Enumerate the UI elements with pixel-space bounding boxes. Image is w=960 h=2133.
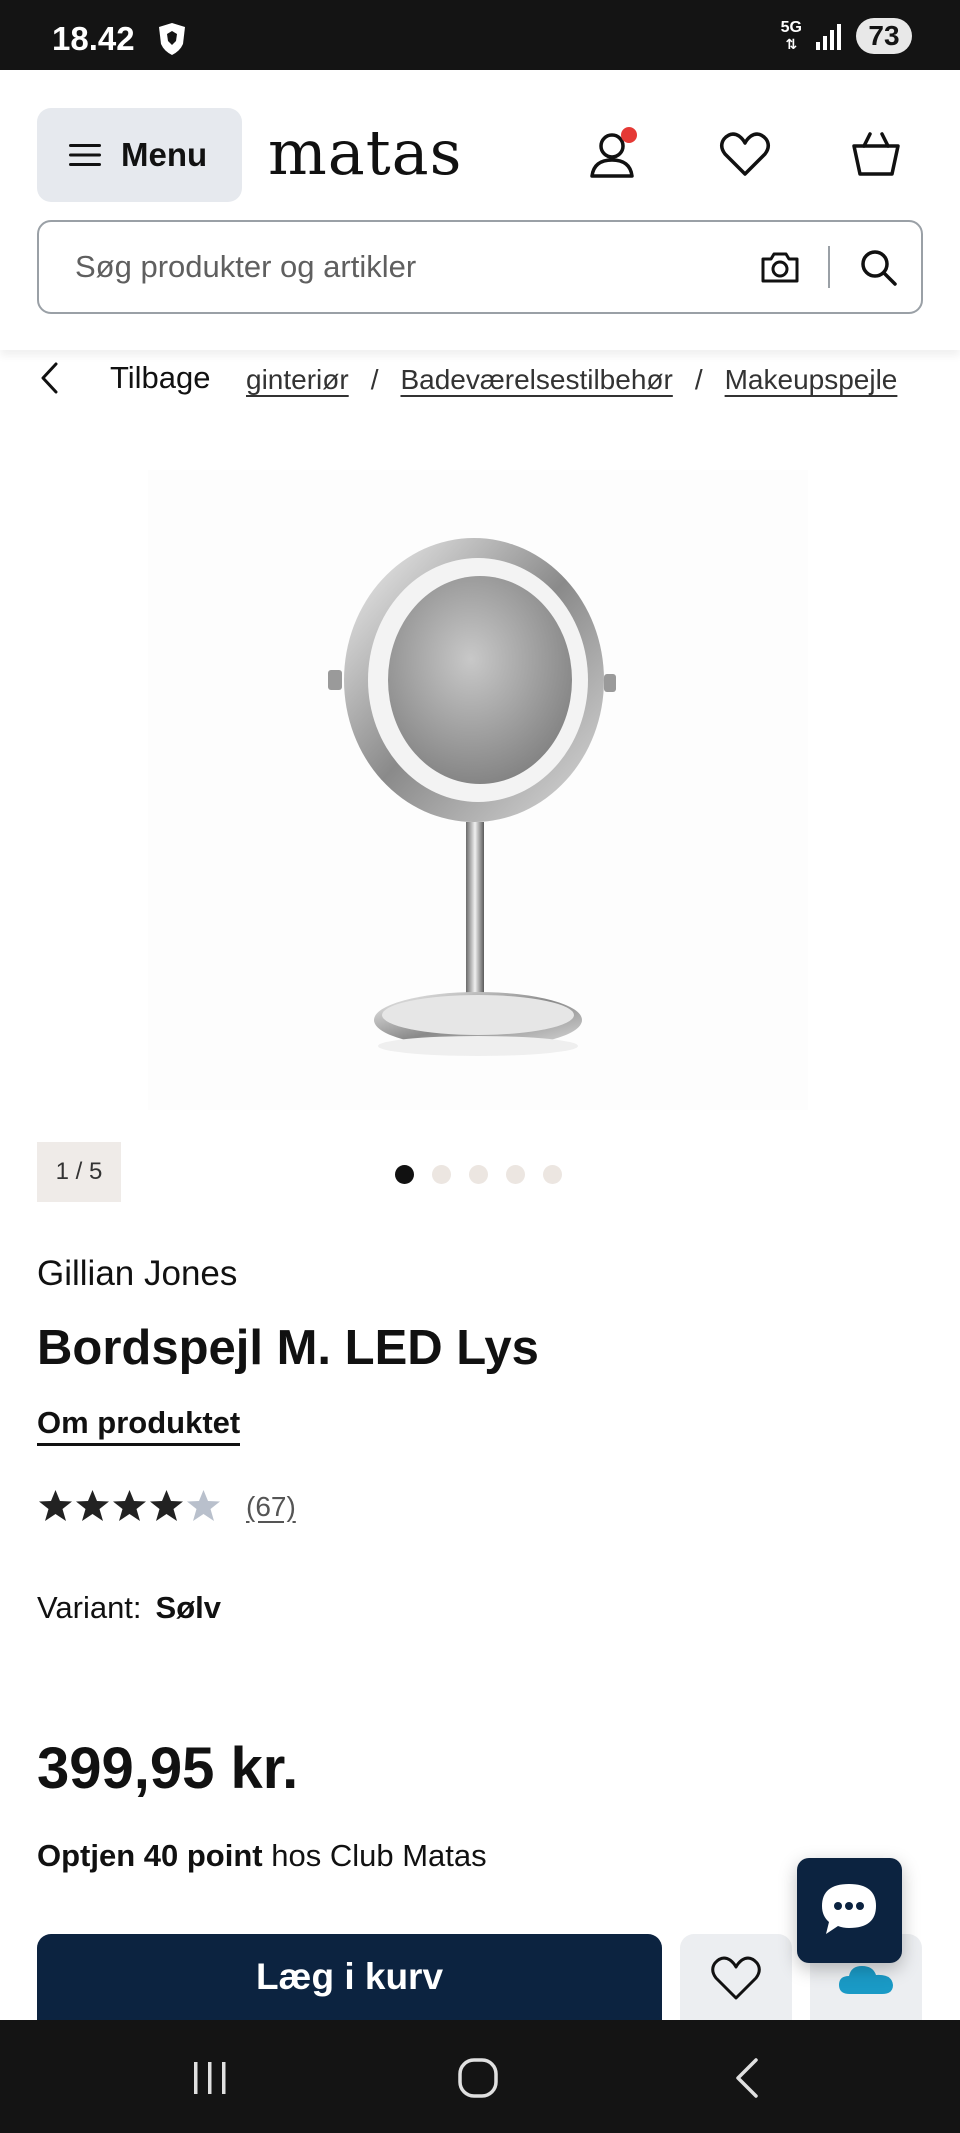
status-time: 18.42 (52, 20, 135, 57)
breadcrumb-separator: / (694, 364, 703, 395)
status-indicators: 5G ⇅ 73 (781, 18, 912, 54)
points-text: hos Club Matas (262, 1838, 487, 1873)
back-nav-icon[interactable] (724, 2056, 772, 2100)
product-brand[interactable]: Gillian Jones (37, 1254, 237, 1294)
gallery-dot[interactable] (395, 1165, 414, 1184)
recent-apps-icon[interactable] (186, 2056, 234, 2100)
system-nav-bar (0, 2020, 960, 2133)
search-icon[interactable] (857, 246, 899, 288)
gallery-dot[interactable] (506, 1165, 525, 1184)
network-type: 5G (780, 19, 802, 36)
product-image[interactable] (148, 470, 808, 1110)
network-indicator: 5G ⇅ (780, 19, 802, 53)
menu-button[interactable]: Menu (37, 108, 242, 202)
star-filled-icon (150, 1490, 183, 1521)
breadcrumb-item[interactable]: Badeværelsestilbehør (400, 364, 672, 396)
gallery-dot[interactable] (543, 1165, 562, 1184)
variant-label: Variant: (37, 1590, 142, 1625)
chat-bubble-icon (822, 1884, 876, 1934)
chevron-left-icon (41, 362, 58, 394)
basket-icon[interactable] (848, 126, 904, 182)
home-icon[interactable] (454, 2056, 502, 2100)
star-rating (37, 1488, 222, 1525)
gallery-dots[interactable] (395, 1165, 562, 1184)
breadcrumb-item[interactable]: ginteriør (246, 364, 349, 396)
battery-indicator: 73 (856, 18, 912, 54)
search-input[interactable] (75, 222, 735, 312)
wishlist-heart-icon[interactable] (717, 126, 773, 182)
camera-search-icon[interactable] (759, 246, 801, 288)
breadcrumb-trail: ginteriør / Badeværelsestilbehør / Makeu… (246, 364, 897, 396)
add-to-cart-button[interactable]: Læg i kurv (37, 1934, 662, 2020)
back-label: Tilbage (110, 360, 211, 395)
product-title: Bordspejl M. LED Lys (37, 1321, 539, 1375)
account-icon[interactable] (586, 126, 642, 182)
search-divider (828, 246, 830, 288)
image-counter: 1 / 5 (37, 1142, 121, 1202)
gallery-dot[interactable] (469, 1165, 488, 1184)
back-button[interactable]: Tilbage (38, 360, 211, 396)
site-header: Menu matas (0, 70, 960, 350)
variant-selector: Variant: Sølv (37, 1590, 221, 1626)
brave-shield-icon (159, 23, 185, 55)
notification-dot (621, 127, 637, 143)
signal-icon (816, 24, 841, 50)
gallery-dot[interactable] (432, 1165, 451, 1184)
chat-button[interactable] (797, 1858, 902, 1963)
matas-logo[interactable]: matas (268, 116, 462, 189)
review-count[interactable]: (67) (246, 1491, 296, 1523)
star-filled-icon (76, 1490, 109, 1521)
star-filled-icon (113, 1490, 146, 1521)
star-empty-icon (187, 1490, 220, 1521)
add-to-wishlist-button[interactable] (680, 1934, 792, 2020)
cloud-icon (839, 1966, 893, 1994)
breadcrumb-item[interactable]: Makeupspejle (725, 364, 898, 396)
heart-icon (711, 1956, 761, 2000)
status-bar: 18.42 5G ⇅ 73 (0, 0, 960, 70)
star-filled-icon (39, 1490, 72, 1521)
variant-value: Sølv (155, 1590, 222, 1625)
breadcrumb-separator: / (370, 364, 379, 395)
club-points: Optjen 40 point hos Club Matas (37, 1838, 487, 1874)
product-rating[interactable]: (67) (37, 1488, 296, 1525)
search-bar (37, 220, 923, 314)
points-amount: Optjen 40 point (37, 1838, 263, 1873)
menu-label: Menu (121, 136, 208, 173)
product-price: 399,95 kr. (37, 1736, 299, 1801)
hamburger-icon (69, 144, 101, 166)
breadcrumb: Tilbage ginteriør / Badeværelsestilbehør… (0, 350, 960, 405)
about-product-link[interactable]: Om produktet (37, 1405, 241, 1446)
